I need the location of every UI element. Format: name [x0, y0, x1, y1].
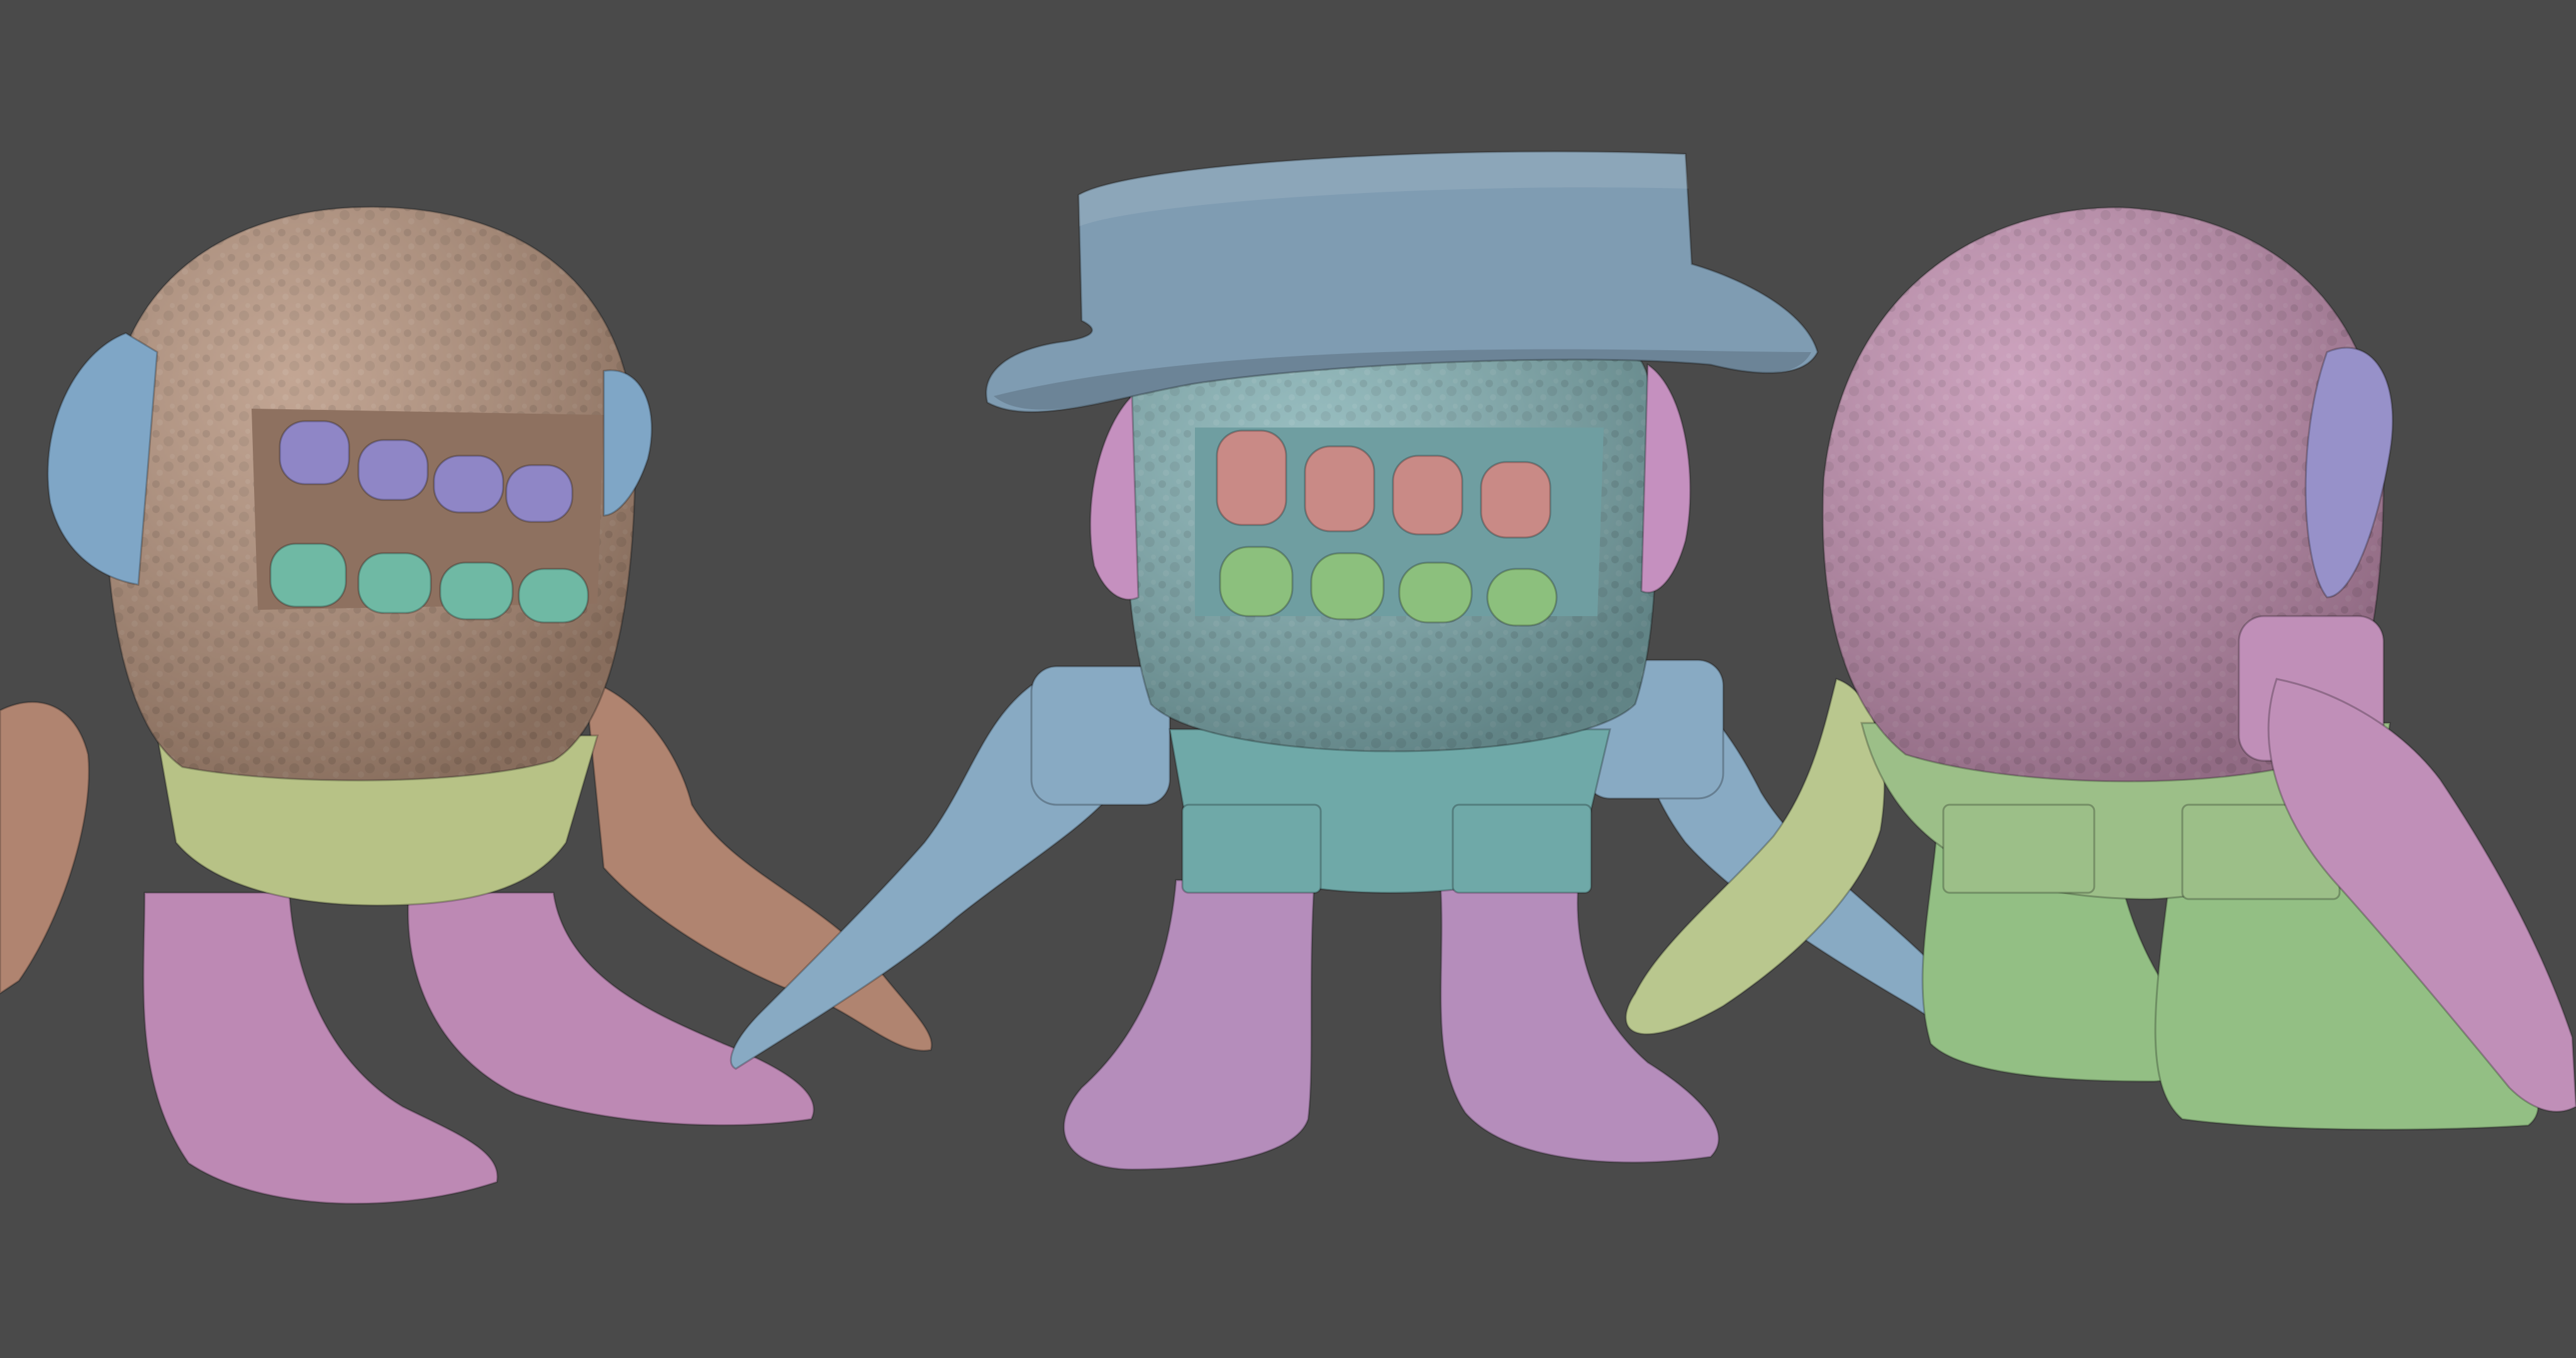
center-left-ear: [1089, 394, 1140, 600]
center-character: [730, 150, 2040, 1171]
right-ear: [602, 369, 653, 517]
center-hip-left: [1181, 803, 1322, 894]
right-arm: [584, 677, 933, 1052]
center-right-ear: [1640, 363, 1691, 593]
3d-viewport[interactable]: [0, 0, 2576, 1358]
left-character: [0, 206, 933, 1205]
left-arm: [0, 701, 90, 995]
center-hip-right: [1452, 803, 1592, 894]
scene-render: [0, 150, 2576, 1205]
right-hip-left: [1942, 803, 2096, 894]
left-ear: [47, 332, 158, 586]
center-foot-left: [1063, 879, 1316, 1171]
